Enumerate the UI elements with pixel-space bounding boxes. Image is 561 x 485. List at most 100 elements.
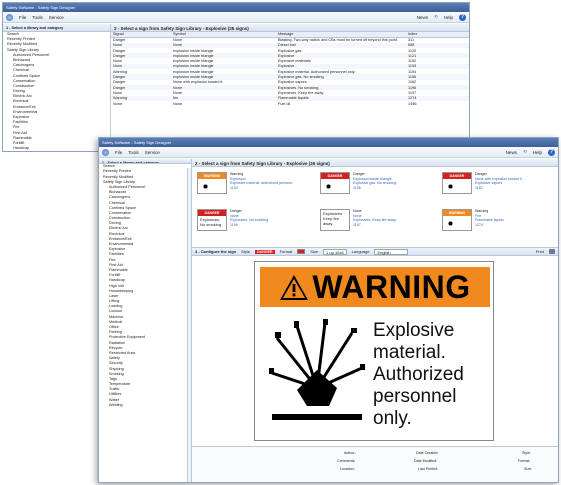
back-help-icon[interactable]: ? bbox=[459, 13, 466, 21]
front-help-button[interactable]: Help bbox=[533, 150, 542, 155]
sign-card[interactable]: DANGER Danger None with explosion toward i… bbox=[442, 172, 522, 194]
back-file-menu[interactable]: File bbox=[19, 15, 26, 20]
language-label: Language bbox=[351, 249, 370, 254]
author-label: Author: bbox=[344, 451, 356, 455]
format-meta-label: Format: bbox=[518, 459, 531, 463]
sign-card-details: None None Explosives. Keep fire away. 1197 bbox=[353, 209, 397, 231]
back-library-panel: 1 - Select a library and category Search… bbox=[3, 24, 111, 152]
sign-thumbnail: WARNING bbox=[442, 209, 472, 231]
front-service-menu[interactable]: Service bbox=[145, 150, 160, 155]
front-tree-scrollbar[interactable] bbox=[187, 168, 191, 482]
front-file-menu[interactable]: File bbox=[115, 150, 122, 155]
date-modified-label: Date Modified: bbox=[414, 459, 438, 463]
printer-icon[interactable] bbox=[549, 249, 555, 254]
sign-card-details: Danger None with explosion toward it Explo… bbox=[475, 172, 522, 194]
print-button[interactable]: Print bbox=[536, 249, 544, 254]
table-cell: Fuel oil bbox=[278, 101, 291, 106]
sign-card-message: Explosives. No smoking. bbox=[230, 218, 270, 222]
back-tools-menu[interactable]: Tools bbox=[32, 15, 43, 20]
sign-card[interactable]: WARNING Warning Fire Flammable liquids 1274 bbox=[442, 209, 504, 231]
sign-card[interactable]: WARNING Warning Explosion Explosive materia… bbox=[197, 172, 293, 194]
style-meta-label: Style: bbox=[522, 451, 531, 455]
table-cell: None bbox=[173, 101, 183, 106]
back-app-orb-icon[interactable] bbox=[6, 13, 13, 21]
sign-thumbnail: Explosives. Keep fire away. bbox=[320, 209, 350, 231]
properties-panel: Author: Comments: Location: Date Created… bbox=[192, 446, 558, 482]
sign-symbol-icon bbox=[201, 182, 210, 191]
comments-label: Comments: bbox=[337, 459, 356, 463]
front-news-button[interactable]: News bbox=[506, 150, 517, 155]
warning-triangle-icon bbox=[280, 274, 309, 300]
sign-card-index: 1274 bbox=[475, 222, 483, 227]
tree-subitem[interactable]: High Volt bbox=[3, 151, 110, 152]
panel3-header: 3 - Configure the sign bbox=[195, 249, 237, 254]
back-menu-bar: File Tools Service News ⟲ Help ? bbox=[3, 12, 469, 23]
last-printed-label: Last Printed: bbox=[418, 467, 439, 471]
table-cell: None bbox=[113, 101, 123, 106]
front-library-panel: 1 - Select a library and category Search… bbox=[99, 159, 192, 482]
sign-card-index: 1154 bbox=[230, 185, 238, 190]
sign-message-line: only. bbox=[373, 408, 412, 429]
sign-thumbnail-header: WARNING bbox=[198, 173, 226, 179]
sign-symbol-icon bbox=[324, 182, 333, 191]
sign-card[interactable]: DANGER Danger Explosion inside triangle Exp… bbox=[320, 172, 397, 194]
front-category-tree: Search Recently Printed Recently Modified S… bbox=[99, 164, 191, 408]
sign-card-message: Flammable liquids bbox=[475, 218, 504, 222]
front-window-title: Safety Software - Safety Sign Designer bbox=[102, 140, 172, 145]
sign-header-band: WARNING bbox=[260, 267, 490, 307]
back-panel2-header: 2 - Select a sign from Safety Sign Libra… bbox=[111, 24, 469, 32]
sign-thumbnail: WARNING bbox=[197, 172, 227, 194]
sign-card[interactable]: DANGER Explosives. No smoking. Danger None E… bbox=[197, 209, 269, 231]
sign-thumbnail-header: DANGER bbox=[443, 173, 471, 179]
front-app-orb-icon[interactable] bbox=[102, 148, 109, 156]
sign-card-details: Danger Explosion inside triangle Explosive… bbox=[353, 172, 397, 194]
front-window: Safety Software - Safety Sign Designer F… bbox=[98, 137, 559, 483]
back-window: Safety Software - Safety Sign Designer F… bbox=[2, 2, 470, 152]
sign-symbol-icon bbox=[446, 182, 455, 191]
size-select[interactable]: 1 up 10x8 bbox=[323, 248, 347, 255]
sign-thumbnail: DANGER bbox=[442, 172, 472, 194]
sign-thumbnail-header: WARNING bbox=[443, 210, 471, 216]
sign-card-index: 1197 bbox=[353, 222, 361, 227]
sign-card-index: 1156 bbox=[353, 185, 361, 190]
sign-card-message: Explosive gas. No smoking. bbox=[353, 181, 398, 185]
back-help-button[interactable]: Help bbox=[444, 15, 453, 20]
config-toolbar: 3 - Configure the sign Style DANGER Form… bbox=[192, 247, 558, 256]
date-created-label: Date Created: bbox=[416, 451, 439, 455]
language-select[interactable]: English bbox=[374, 248, 409, 255]
sign-message-line: material. bbox=[373, 342, 446, 363]
sign-message-line: Authorized bbox=[373, 364, 464, 385]
sign-message-line: personnel bbox=[373, 386, 457, 407]
back-news-button[interactable]: News bbox=[417, 15, 428, 20]
sign-preview[interactable]: WARNING Explosive material. Authorized p… bbox=[254, 261, 494, 441]
sign-card-details: Warning Fire Flammable liquids 1274 bbox=[475, 209, 504, 231]
back-title-bar: Safety Software - Safety Sign Designer bbox=[3, 3, 469, 12]
front-panel2-header: 2 - Select a sign from Safety Sign Libra… bbox=[192, 159, 558, 167]
sign-thumbnail-header: DANGER bbox=[321, 173, 349, 179]
sign-thumbnail: DANGER Explosives. No smoking. bbox=[197, 209, 227, 231]
front-title-bar: Safety Software - Safety Sign Designer bbox=[99, 138, 558, 147]
sign-card-details: Warning Explosion Explosive material. Auth… bbox=[230, 172, 293, 194]
sign-card[interactable]: Explosives. Keep fire away. None None Explo… bbox=[320, 209, 397, 231]
sign-message: Explosive material. Authorized personnel… bbox=[373, 320, 464, 430]
back-panel1-header: 1 - Select a library and category bbox=[3, 24, 110, 32]
sign-card-details: Danger None Explosives. No smoking. 1196 bbox=[230, 209, 269, 231]
front-rss-icon: ⟲ bbox=[522, 149, 527, 154]
sign-thumbnail-text: Explosives. Keep fire away. bbox=[323, 211, 344, 226]
tree-subitem[interactable]: Welding bbox=[99, 403, 191, 408]
front-tools-menu[interactable]: Tools bbox=[128, 150, 139, 155]
sign-header-text: WARNING bbox=[312, 268, 471, 305]
format-select[interactable] bbox=[297, 249, 306, 254]
table-row[interactable]: None None Fuel oil 1446 bbox=[111, 101, 469, 106]
location-label: Location: bbox=[340, 467, 355, 471]
back-service-menu[interactable]: Service bbox=[49, 15, 64, 20]
sign-card-message: Explosives. Keep fire away. bbox=[353, 218, 397, 222]
sign-thumbnail: DANGER bbox=[320, 172, 350, 194]
format-label: Format bbox=[279, 249, 293, 254]
style-select[interactable]: DANGER bbox=[255, 249, 275, 254]
back-rss-icon: ⟲ bbox=[433, 14, 438, 19]
back-window-title: Safety Software - Safety Sign Designer bbox=[6, 5, 76, 10]
front-configure-panel: 3 - Configure the sign Style DANGER Form… bbox=[192, 247, 558, 482]
sign-thumbnail-text: Explosives. No smoking. bbox=[200, 217, 223, 227]
front-help-icon[interactable]: ? bbox=[548, 148, 555, 156]
